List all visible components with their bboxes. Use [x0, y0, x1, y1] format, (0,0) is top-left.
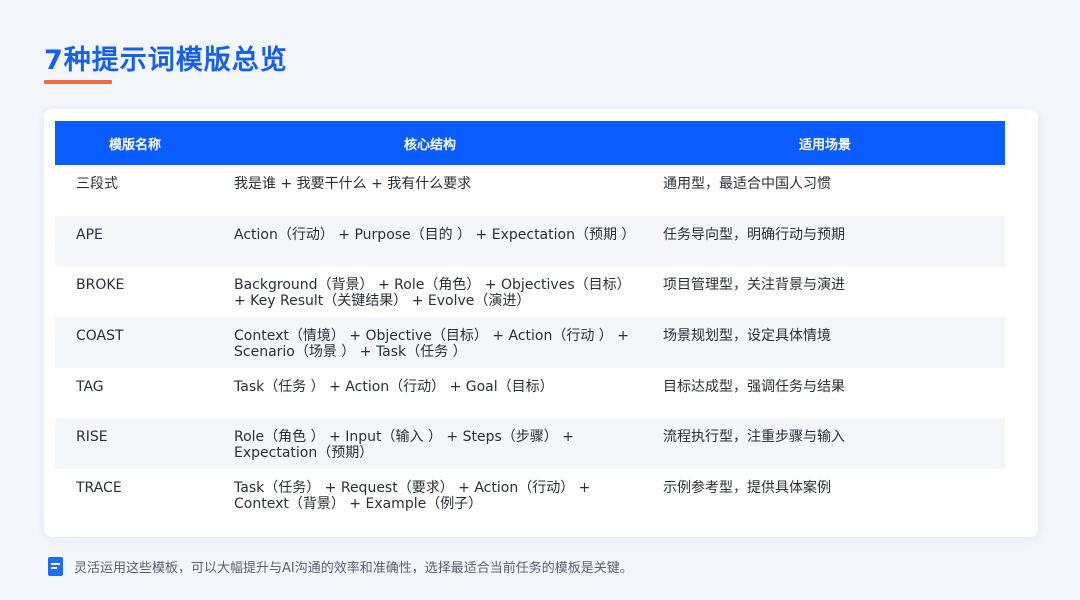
table-row: BROKE Background（背景） + Role（角色） + Object… [55, 266, 1005, 317]
page-title: 7种提示词模版总览 [44, 45, 288, 76]
cell-scenario: 通用型，最适合中国人习惯 [663, 176, 831, 192]
document-note-icon [48, 557, 63, 576]
cell-scenario: 场景规划型，设定具体情境 [663, 328, 831, 345]
cell-core-structure: Action（行动） + Purpose（目的 ） + Expectation（… [234, 226, 636, 243]
cell-template-name: TAG [76, 378, 104, 395]
cell-scenario: 任务导向型，明确行动与预期 [663, 226, 845, 243]
cell-core-structure: Background（背景） + Role（角色） + Objectives（目… [234, 277, 631, 310]
header-scenario: 适用场景 [798, 137, 851, 153]
table-header: 模版名称 核心结构 适用场景 [55, 121, 1005, 165]
table-row: COAST Context（情境） + Objective（目标） + Acti… [55, 317, 1005, 368]
table-row: TRACE Task（任务） + Request（要求） + Action（行动… [55, 469, 1005, 520]
cell-template-name: APE [76, 226, 103, 243]
header-core-structure: 核心结构 [403, 137, 456, 153]
cell-template-name: TRACE [76, 480, 122, 497]
cell-template-name: COAST [76, 328, 124, 345]
table-row: APE Action（行动） + Purpose（目的 ） + Expectat… [55, 215, 1005, 267]
cell-scenario: 目标达成型，强调任务与结果 [663, 378, 845, 395]
title-underline [44, 80, 112, 84]
table-row: RISE Role（角色 ） + Input（输入 ） + Steps（步骤） … [55, 418, 1005, 470]
header-template-name: 模版名称 [108, 137, 161, 153]
cell-scenario: 流程执行型，注重步骤与输入 [663, 429, 845, 446]
cell-core-structure: Role（角色 ） + Input（输入 ） + Steps（步骤） + Exp… [234, 429, 574, 462]
slide: 7种提示词模版总览 模版名称 核心结构 适用场景 三段式 我是谁 + 我要干什么… [0, 0, 1080, 600]
table-card: 模版名称 核心结构 适用场景 三段式 我是谁 + 我要干什么 + 我有什么要求 … [44, 109, 1038, 537]
table-row: TAG Task（任务 ） + Action（行动） + Goal（目标） 目标… [55, 368, 1005, 419]
cell-template-name: RISE [76, 429, 108, 446]
cell-scenario: 示例参考型，提供具体案例 [663, 480, 831, 497]
table-row: 三段式 我是谁 + 我要干什么 + 我有什么要求 通用型，最适合中国人习惯 [55, 165, 1005, 216]
templates-table: 模版名称 核心结构 适用场景 三段式 我是谁 + 我要干什么 + 我有什么要求 … [55, 121, 1005, 520]
cell-core-structure: 我是谁 + 我要干什么 + 我有什么要求 [234, 176, 472, 192]
cell-template-name: BROKE [76, 277, 125, 294]
footer-note-text: 灵活运用这些模板，可以大幅提升与AI沟通的效率和准确性，选择最适合当前任务的模板… [74, 561, 633, 576]
cell-template-name: 三段式 [76, 176, 118, 192]
cell-core-structure: Task（任务 ） + Action（行动） + Goal（目标） [234, 378, 554, 395]
cell-core-structure: Task（任务） + Request（要求） + Action（行动） + Co… [234, 480, 591, 513]
cell-core-structure: Context（情境） + Objective（目标） + Action（行动 … [234, 328, 629, 361]
cell-scenario: 项目管理型，关注背景与演进 [663, 277, 845, 294]
footer-note: 灵活运用这些模板，可以大幅提升与AI沟通的效率和准确性，选择最适合当前任务的模板… [48, 557, 633, 576]
